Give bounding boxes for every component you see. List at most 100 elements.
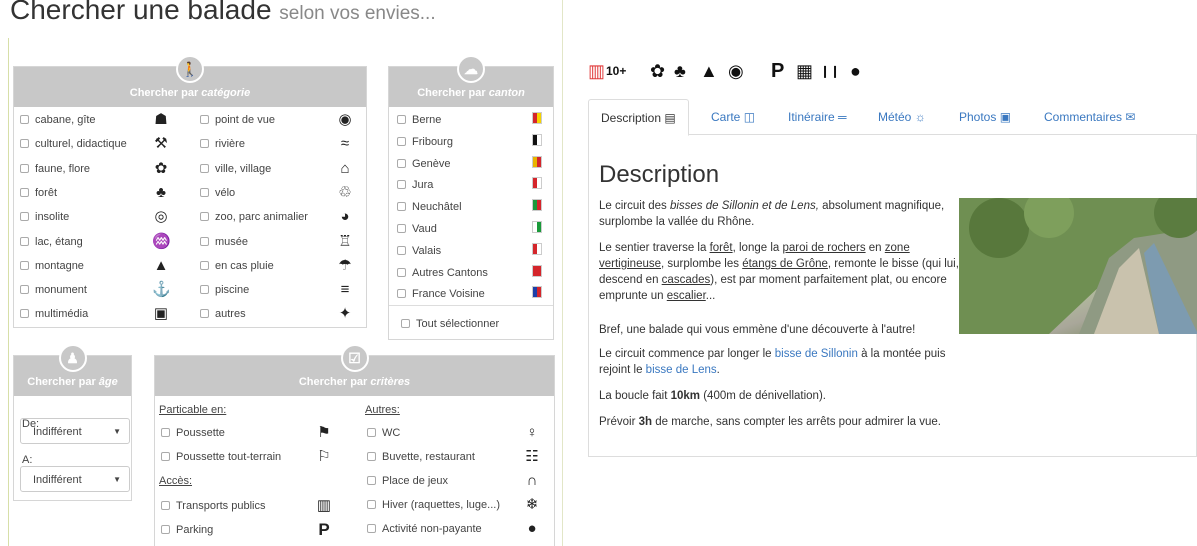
checkbox-option[interactable]: insolite — [20, 210, 69, 224]
checkbox[interactable] — [200, 187, 209, 197]
checkbox[interactable] — [20, 309, 29, 319]
checkbox-option[interactable]: lac, étang — [20, 235, 83, 249]
checkbox[interactable] — [397, 158, 406, 168]
option-label: France Voisine — [412, 288, 485, 301]
checkbox[interactable] — [20, 236, 29, 246]
checkbox-option[interactable]: forêt — [20, 186, 57, 200]
tab-commentaires[interactable]: Commentaires ✉ — [1032, 99, 1147, 135]
checkbox-option[interactable]: Buvette, restaurant — [367, 450, 475, 464]
checkbox[interactable] — [397, 267, 406, 277]
checkbox-option[interactable]: faune, flore — [20, 162, 90, 176]
checkbox-option[interactable]: Autres Cantons — [397, 266, 488, 280]
tab-itineraire[interactable]: Itinéraire ═ — [776, 99, 859, 135]
checkbox-option[interactable]: montagne — [20, 259, 84, 273]
tab-description[interactable]: Description ▤ — [588, 99, 689, 136]
checkbox[interactable] — [20, 187, 29, 197]
age-from-select[interactable]: Indifférent ▼ — [20, 418, 130, 444]
glossary-link[interactable]: étangs de Grône — [742, 258, 828, 270]
checkbox-option[interactable]: piscine — [200, 283, 249, 297]
checkbox-option[interactable]: cabane, gîte — [20, 113, 96, 127]
checkbox-option[interactable]: rivière — [200, 137, 245, 151]
checkbox[interactable] — [367, 524, 376, 533]
select-all-checkbox[interactable]: Tout sélectionner — [401, 317, 499, 331]
checkbox[interactable] — [367, 428, 376, 437]
glossary-link[interactable]: paroi de rochers — [782, 242, 865, 254]
checkbox[interactable] — [200, 139, 209, 149]
checkbox-option[interactable]: monument — [20, 283, 87, 297]
checkbox-option[interactable]: point de vue — [200, 113, 275, 127]
checkbox[interactable] — [397, 224, 406, 233]
checkbox-option[interactable]: musée — [200, 235, 248, 249]
checkbox-option[interactable]: Parking — [161, 523, 213, 537]
checkbox-option[interactable]: Vaud — [397, 222, 437, 236]
link-bisse-sillonin[interactable]: bisse de Sillonin — [775, 348, 858, 360]
checkbox-option[interactable]: Valais — [397, 244, 441, 258]
checkbox[interactable] — [20, 285, 29, 295]
glossary-link[interactable]: escalier — [667, 290, 706, 302]
checkbox[interactable] — [161, 501, 170, 510]
tab-label: Photos — [959, 110, 997, 124]
checkbox-option[interactable]: Neuchâtel — [397, 200, 462, 214]
checkbox-option[interactable]: France Voisine — [397, 287, 485, 301]
checkbox[interactable] — [200, 163, 209, 173]
checkbox[interactable] — [161, 452, 170, 461]
checkbox-option[interactable]: multimédia — [20, 307, 88, 321]
checkbox[interactable] — [20, 260, 29, 270]
checkbox[interactable] — [161, 525, 170, 534]
checkbox-option[interactable]: Genève — [397, 157, 451, 171]
age-to-select[interactable]: Indifférent ▼ — [20, 466, 130, 492]
checkbox-option[interactable]: Jura — [397, 178, 433, 192]
checkbox[interactable] — [397, 180, 406, 190]
desc-paragraph-5: La boucle fait 10km (400m de dénivellati… — [599, 388, 979, 404]
checkbox[interactable] — [200, 115, 209, 124]
checkbox[interactable] — [397, 245, 406, 255]
checkbox[interactable] — [161, 428, 170, 437]
checkbox[interactable] — [397, 289, 406, 299]
tab-carte[interactable]: Carte ◫ — [699, 99, 767, 135]
checkbox[interactable] — [200, 260, 209, 270]
checkbox-option[interactable]: Fribourg — [397, 135, 453, 149]
checkbox[interactable] — [367, 476, 376, 485]
clipboard-icon: ☑ — [340, 344, 369, 372]
checkbox[interactable] — [20, 115, 29, 124]
walk-photo[interactable] — [959, 198, 1197, 334]
glossary-link[interactable]: forêt — [710, 242, 733, 254]
checkbox-option[interactable]: Hiver (raquettes, luge...) — [367, 498, 500, 512]
tab-photos[interactable]: Photos ▣ — [947, 99, 1023, 135]
text: (400m de dénivellation). — [700, 390, 826, 402]
checkbox-option[interactable]: zoo, parc animalier — [200, 210, 308, 224]
checkbox[interactable] — [200, 309, 209, 319]
checkbox-option[interactable]: en cas pluie — [200, 259, 274, 273]
checkbox-option[interactable]: Transports publics — [161, 499, 265, 513]
checkbox[interactable] — [200, 212, 209, 222]
checkbox[interactable] — [367, 500, 376, 509]
checkbox[interactable] — [200, 285, 209, 295]
checkbox[interactable] — [20, 139, 29, 149]
checkbox-option[interactable]: culturel, didactique — [20, 137, 127, 151]
checkbox[interactable] — [397, 136, 406, 146]
link-bisse-lens[interactable]: bisse de Lens — [646, 364, 717, 376]
glossary-link[interactable]: cascades — [662, 274, 711, 286]
checkbox-option[interactable]: Poussette tout-terrain — [161, 450, 281, 464]
checkbox[interactable] — [397, 202, 406, 212]
tab-meteo[interactable]: Météo ☼ — [866, 99, 938, 135]
checkbox-option[interactable]: Poussette — [161, 426, 225, 440]
checkbox[interactable] — [20, 212, 29, 222]
checkbox-option[interactable]: Berne — [397, 113, 441, 127]
checkbox[interactable] — [397, 115, 406, 124]
checkbox-option[interactable]: vélo — [200, 186, 235, 200]
option-label: Poussette — [176, 427, 225, 439]
category-box: 🚶 Chercher par catégorie cabane, gîte ☗ cu… — [13, 55, 367, 328]
checkbox[interactable] — [401, 319, 410, 328]
checkbox-option[interactable]: ville, village — [200, 162, 271, 176]
checkbox[interactable] — [200, 236, 209, 246]
checkbox-option[interactable]: WC — [367, 426, 400, 440]
checkbox-option[interactable]: autres — [200, 307, 246, 321]
checkbox-option[interactable]: Activité non-payante — [367, 522, 482, 536]
forest-icon: ♣ — [156, 183, 166, 201]
checkbox-option[interactable]: Place de jeux — [367, 474, 448, 488]
checkbox[interactable] — [20, 163, 29, 173]
text: Le sentier traverse la — [599, 242, 710, 254]
swiss-flag-icon — [528, 264, 546, 281]
checkbox[interactable] — [367, 452, 376, 461]
